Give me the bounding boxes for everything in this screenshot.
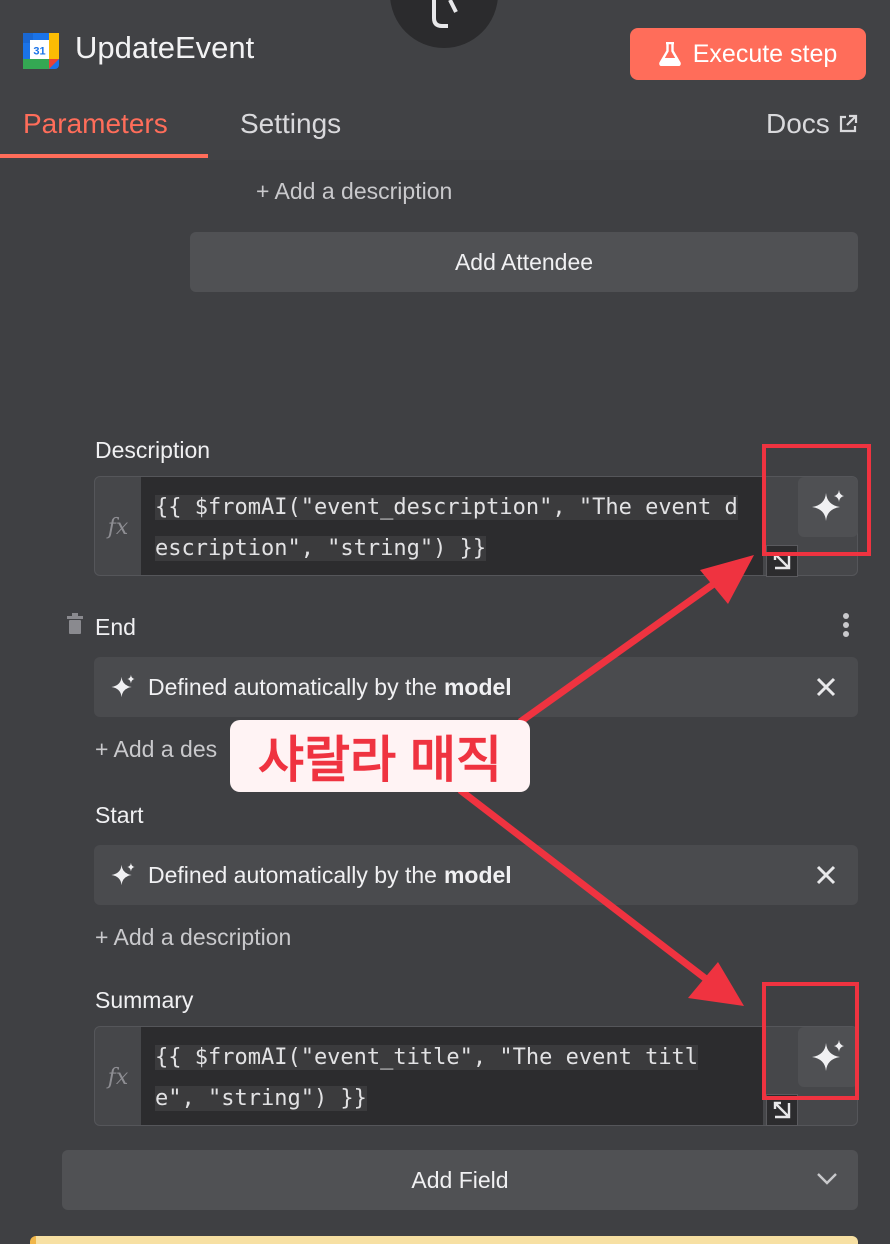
annotation-arrow-down <box>457 787 713 985</box>
annotation-callout: 샤랄라 매직 <box>230 720 530 792</box>
annotation-arrows <box>457 555 754 1006</box>
annotation-arrow-up <box>517 575 725 725</box>
annotation-arrowhead <box>700 555 754 604</box>
